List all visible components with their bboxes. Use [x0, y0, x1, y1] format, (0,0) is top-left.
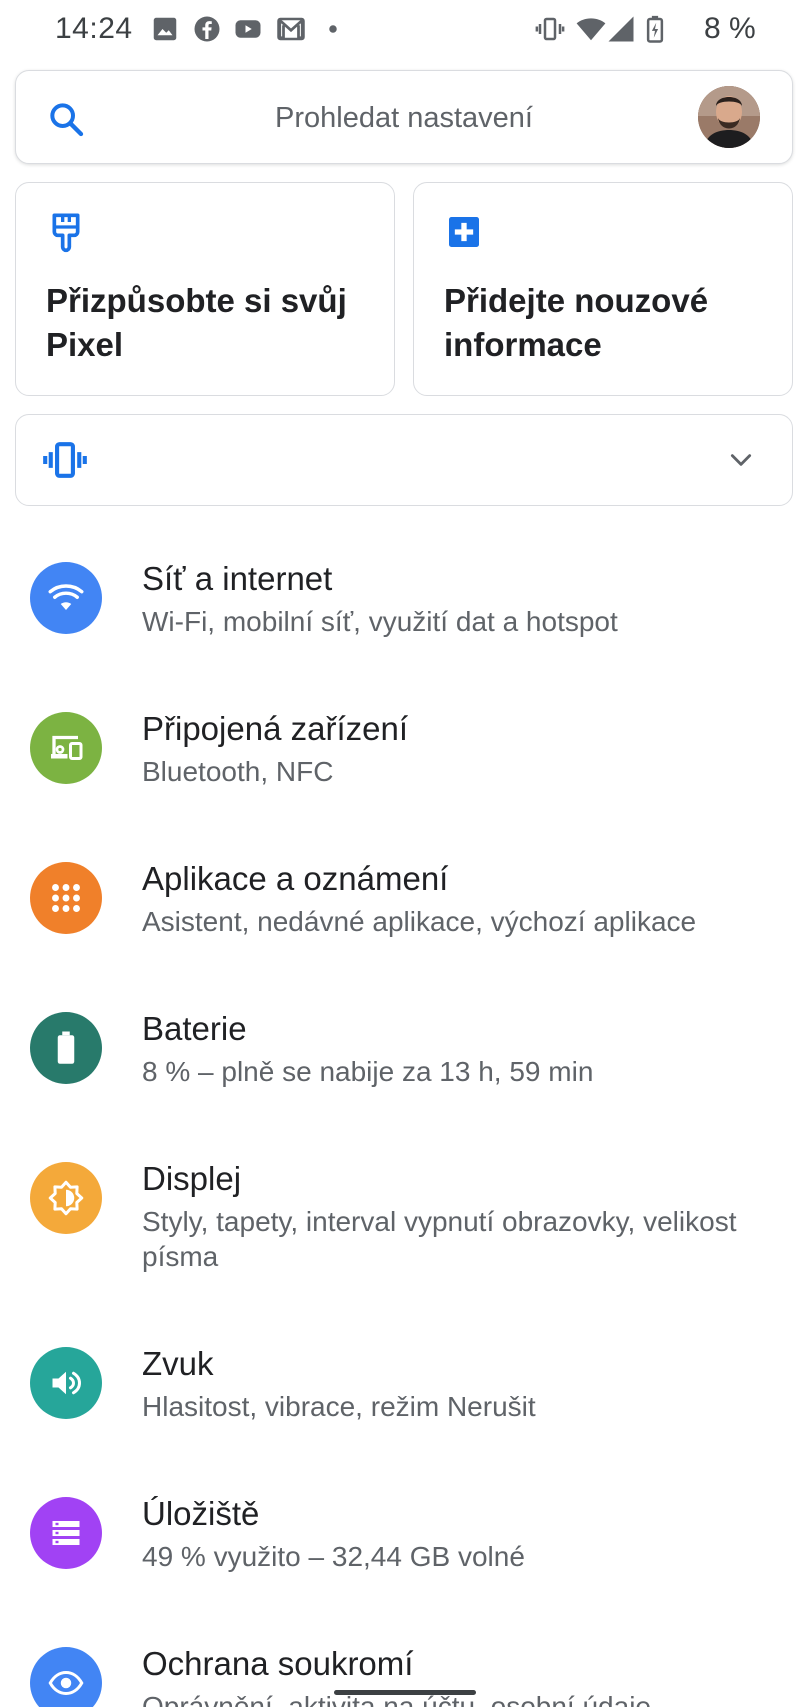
status-time: 14:24 — [55, 12, 133, 45]
settings-item-privacy[interactable]: Ochrana soukromí Oprávnění, aktivita na … — [0, 1645, 809, 1707]
status-bar: 14:24 8 % — [0, 0, 809, 60]
network-icon-circle — [30, 562, 102, 634]
settings-item-apps[interactable]: Aplikace a oznámení Asistent, nedávné ap… — [0, 860, 809, 980]
devices-icon — [51, 735, 83, 760]
settings-item-network[interactable]: Síť a internet Wi-Fi, mobilní síť, využi… — [0, 560, 809, 680]
battery-charging-icon — [646, 15, 664, 43]
apps-grid-icon — [52, 884, 80, 912]
gmail-icon — [277, 17, 305, 41]
battery-icon-circle — [30, 1012, 102, 1084]
settings-item-display[interactable]: Displej Styly, tapety, interval vypnutí … — [0, 1160, 809, 1310]
sound-icon-circle — [30, 1347, 102, 1419]
settings-item-subtitle: Styly, tapety, interval vypnutí obrazovk… — [142, 1206, 737, 1272]
settings-item-title: Ochrana soukromí — [142, 1645, 414, 1682]
battery-percent: 8 % — [704, 12, 756, 45]
volume-icon — [52, 1371, 82, 1395]
display-icon-circle — [30, 1162, 102, 1234]
wifi-icon — [576, 18, 606, 41]
image-icon — [153, 17, 177, 41]
privacy-eye-icon — [48, 1670, 84, 1696]
settings-item-subtitle: 49 % využito – 32,44 GB volné — [142, 1541, 525, 1572]
vibrate-icon — [535, 17, 565, 41]
settings-item-storage[interactable]: Úložiště 49 % využito – 32,44 GB volné — [0, 1495, 809, 1615]
settings-item-subtitle: 8 % – plně se nabije za 13 h, 59 min — [142, 1056, 594, 1087]
settings-item-title: Síť a internet — [142, 560, 333, 597]
search-placeholder[interactable]: Prohledat nastavení — [16, 102, 792, 135]
apps-icon-circle — [30, 862, 102, 934]
suggestion-card-emergency[interactable]: Přidejte nouzové informace — [413, 182, 793, 396]
settings-item-title: Aplikace a oznámení — [142, 860, 449, 897]
settings-item-subtitle: Hlasitost, vibrace, režim Nerušit — [142, 1391, 536, 1422]
storage-icon — [52, 1521, 80, 1545]
settings-item-title: Připojená zařízení — [142, 710, 408, 747]
settings-item-subtitle: Wi-Fi, mobilní síť, využití dat a hotspo… — [142, 606, 618, 637]
settings-item-battery[interactable]: Baterie 8 % – plně se nabije za 13 h, 59… — [0, 1010, 809, 1130]
wifi-icon — [48, 584, 84, 610]
storage-icon-circle — [30, 1497, 102, 1569]
settings-item-title: Zvuk — [142, 1345, 214, 1382]
suggestion-title: Přizpůsobte si svůj Pixel — [46, 282, 347, 363]
brightness-icon — [48, 1180, 84, 1216]
profile-photo — [698, 86, 760, 148]
vibrate-icon — [43, 442, 87, 478]
chevron-down-icon[interactable] — [726, 447, 756, 473]
facebook-icon — [194, 16, 220, 42]
settings-item-sound[interactable]: Zvuk Hlasitost, vibrace, režim Nerušit — [0, 1345, 809, 1465]
avatar[interactable] — [698, 86, 760, 148]
settings-item-subtitle: Asistent, nedávné aplikace, výchozí apli… — [142, 906, 697, 937]
youtube-icon — [235, 20, 261, 38]
paint-brush-icon — [52, 213, 80, 253]
conditional-card-vibrate[interactable] — [15, 414, 793, 506]
settings-screen: 14:24 8 % Prohledat nastavení Přizpůsobt… — [0, 0, 809, 1707]
gesture-nav-handle[interactable] — [334, 1690, 476, 1695]
battery-icon — [57, 1031, 75, 1064]
dot-icon — [329, 25, 337, 33]
settings-item-subtitle: Bluetooth, NFC — [142, 756, 334, 787]
settings-item-title: Úložiště — [142, 1495, 260, 1532]
signal-icon — [608, 16, 634, 42]
suggestion-card-customize[interactable]: Přizpůsobte si svůj Pixel — [15, 182, 395, 396]
settings-item-title: Displej — [142, 1160, 242, 1197]
privacy-icon-circle — [30, 1647, 102, 1707]
medical-plus-icon — [449, 217, 479, 247]
suggestion-title: Přidejte nouzové informace — [444, 282, 709, 363]
settings-item-connected-devices[interactable]: Připojená zařízení Bluetooth, NFC — [0, 710, 809, 830]
search-bar[interactable]: Prohledat nastavení — [15, 70, 793, 164]
devices-icon-circle — [30, 712, 102, 784]
settings-item-title: Baterie — [142, 1010, 247, 1047]
